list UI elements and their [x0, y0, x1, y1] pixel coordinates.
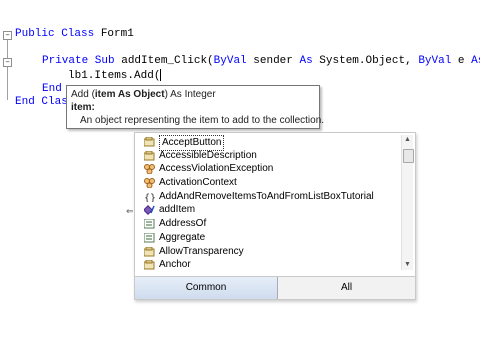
completion-label: AllowTransparency	[159, 245, 244, 257]
keyword: ByVal	[418, 55, 452, 67]
code-line-3[interactable]: lb1.Items.Add(	[68, 69, 162, 82]
code-line-2[interactable]: Private Sub addItem_Click(ByVal sender A…	[42, 55, 480, 67]
completion-item[interactable]: AccessibleDescription	[139, 149, 401, 163]
signature-param: item As Object	[94, 89, 165, 100]
code-text: Form1	[94, 28, 134, 40]
completion-item[interactable]: {} AddAndRemoveItemsToAndFromListBoxTuto…	[139, 190, 401, 204]
completion-label: Aggregate	[159, 231, 206, 243]
param-description: An object representing the item to add t…	[80, 115, 325, 126]
code-text: System.Object,	[312, 55, 419, 67]
keyword: End Clas	[15, 96, 68, 108]
drag-arrow-icon: ⇐	[126, 206, 134, 216]
completion-item[interactable]: ActivationContext	[139, 176, 401, 190]
property-icon	[144, 246, 155, 256]
tab-all[interactable]: All	[278, 277, 415, 299]
namespace-icon: {}	[144, 193, 155, 202]
completion-label: ActivationContext	[159, 177, 237, 189]
keyword-icon	[144, 219, 155, 229]
completion-label: Anchor	[159, 259, 191, 271]
keyword: ByVal	[213, 55, 247, 67]
code-text: addItem_Click(	[114, 55, 214, 67]
completion-item[interactable]: AccessViolationException	[139, 162, 401, 176]
keyword: As	[299, 55, 313, 67]
keyword: Private Sub	[42, 55, 115, 67]
scroll-down-icon[interactable]: ▼	[402, 260, 413, 270]
collapse-class-icon[interactable]: −	[3, 31, 12, 40]
svg-text:{}: {}	[144, 193, 155, 202]
method-signature: Add (item As Object) As Integer	[71, 89, 216, 100]
completion-label: addItem	[159, 204, 196, 216]
code-line-1[interactable]: Public Class Form1	[15, 28, 134, 40]
param-name: item:	[71, 102, 95, 113]
completion-item[interactable]: AllowTransparency	[139, 245, 401, 259]
completion-item[interactable]: AcceptButton	[139, 135, 401, 151]
field-icon	[144, 205, 155, 216]
keyword: Public Class	[15, 28, 95, 40]
completion-items: AcceptButton AccessibleDescription Acces…	[139, 135, 401, 272]
keyword: End	[42, 83, 62, 95]
completion-label: AccessViolationException	[159, 163, 274, 175]
code-text: sender	[246, 55, 300, 67]
code-text: lb1.Items.Add(	[68, 69, 161, 82]
completion-item[interactable]: addItem	[139, 203, 401, 217]
signature-suffix: ) As Integer	[164, 89, 216, 100]
completion-label: AddAndRemoveItemsToAndFromListBoxTutoria…	[159, 190, 374, 202]
collapse-sub-icon[interactable]: −	[3, 58, 12, 67]
completion-label: AccessibleDescription	[159, 149, 257, 161]
completion-tabs: Common All	[135, 276, 415, 300]
property-icon	[144, 260, 155, 270]
completion-item[interactable]: AddressOf	[139, 217, 401, 231]
property-icon	[144, 137, 155, 147]
code-text: e	[451, 55, 472, 67]
parameter-info-tooltip: Add (item As Object) As Integer item: An…	[66, 85, 324, 129]
keyword: As	[471, 55, 480, 67]
property-icon	[144, 150, 155, 161]
scroll-up-icon[interactable]: ▲	[402, 135, 413, 145]
completion-item[interactable]: Anchor	[139, 258, 401, 272]
signature-prefix: Add (	[71, 89, 95, 100]
code-line-5[interactable]: End Clas	[15, 96, 68, 108]
code-line-4[interactable]: End	[42, 83, 62, 95]
outline-line	[7, 38, 8, 100]
intellisense-list[interactable]: AcceptButton AccessibleDescription Acces…	[134, 132, 416, 300]
completion-label: AddressOf	[159, 218, 207, 230]
completion-item[interactable]: Aggregate	[139, 231, 401, 245]
scroll-thumb[interactable]	[403, 149, 414, 163]
keyword-icon	[144, 232, 155, 243]
completion-scrollbar[interactable]: ▲ ▼	[401, 135, 414, 270]
tab-common[interactable]: Common	[135, 277, 278, 299]
class-icon	[144, 178, 155, 189]
text-caret	[160, 69, 162, 81]
class-icon	[144, 164, 155, 175]
